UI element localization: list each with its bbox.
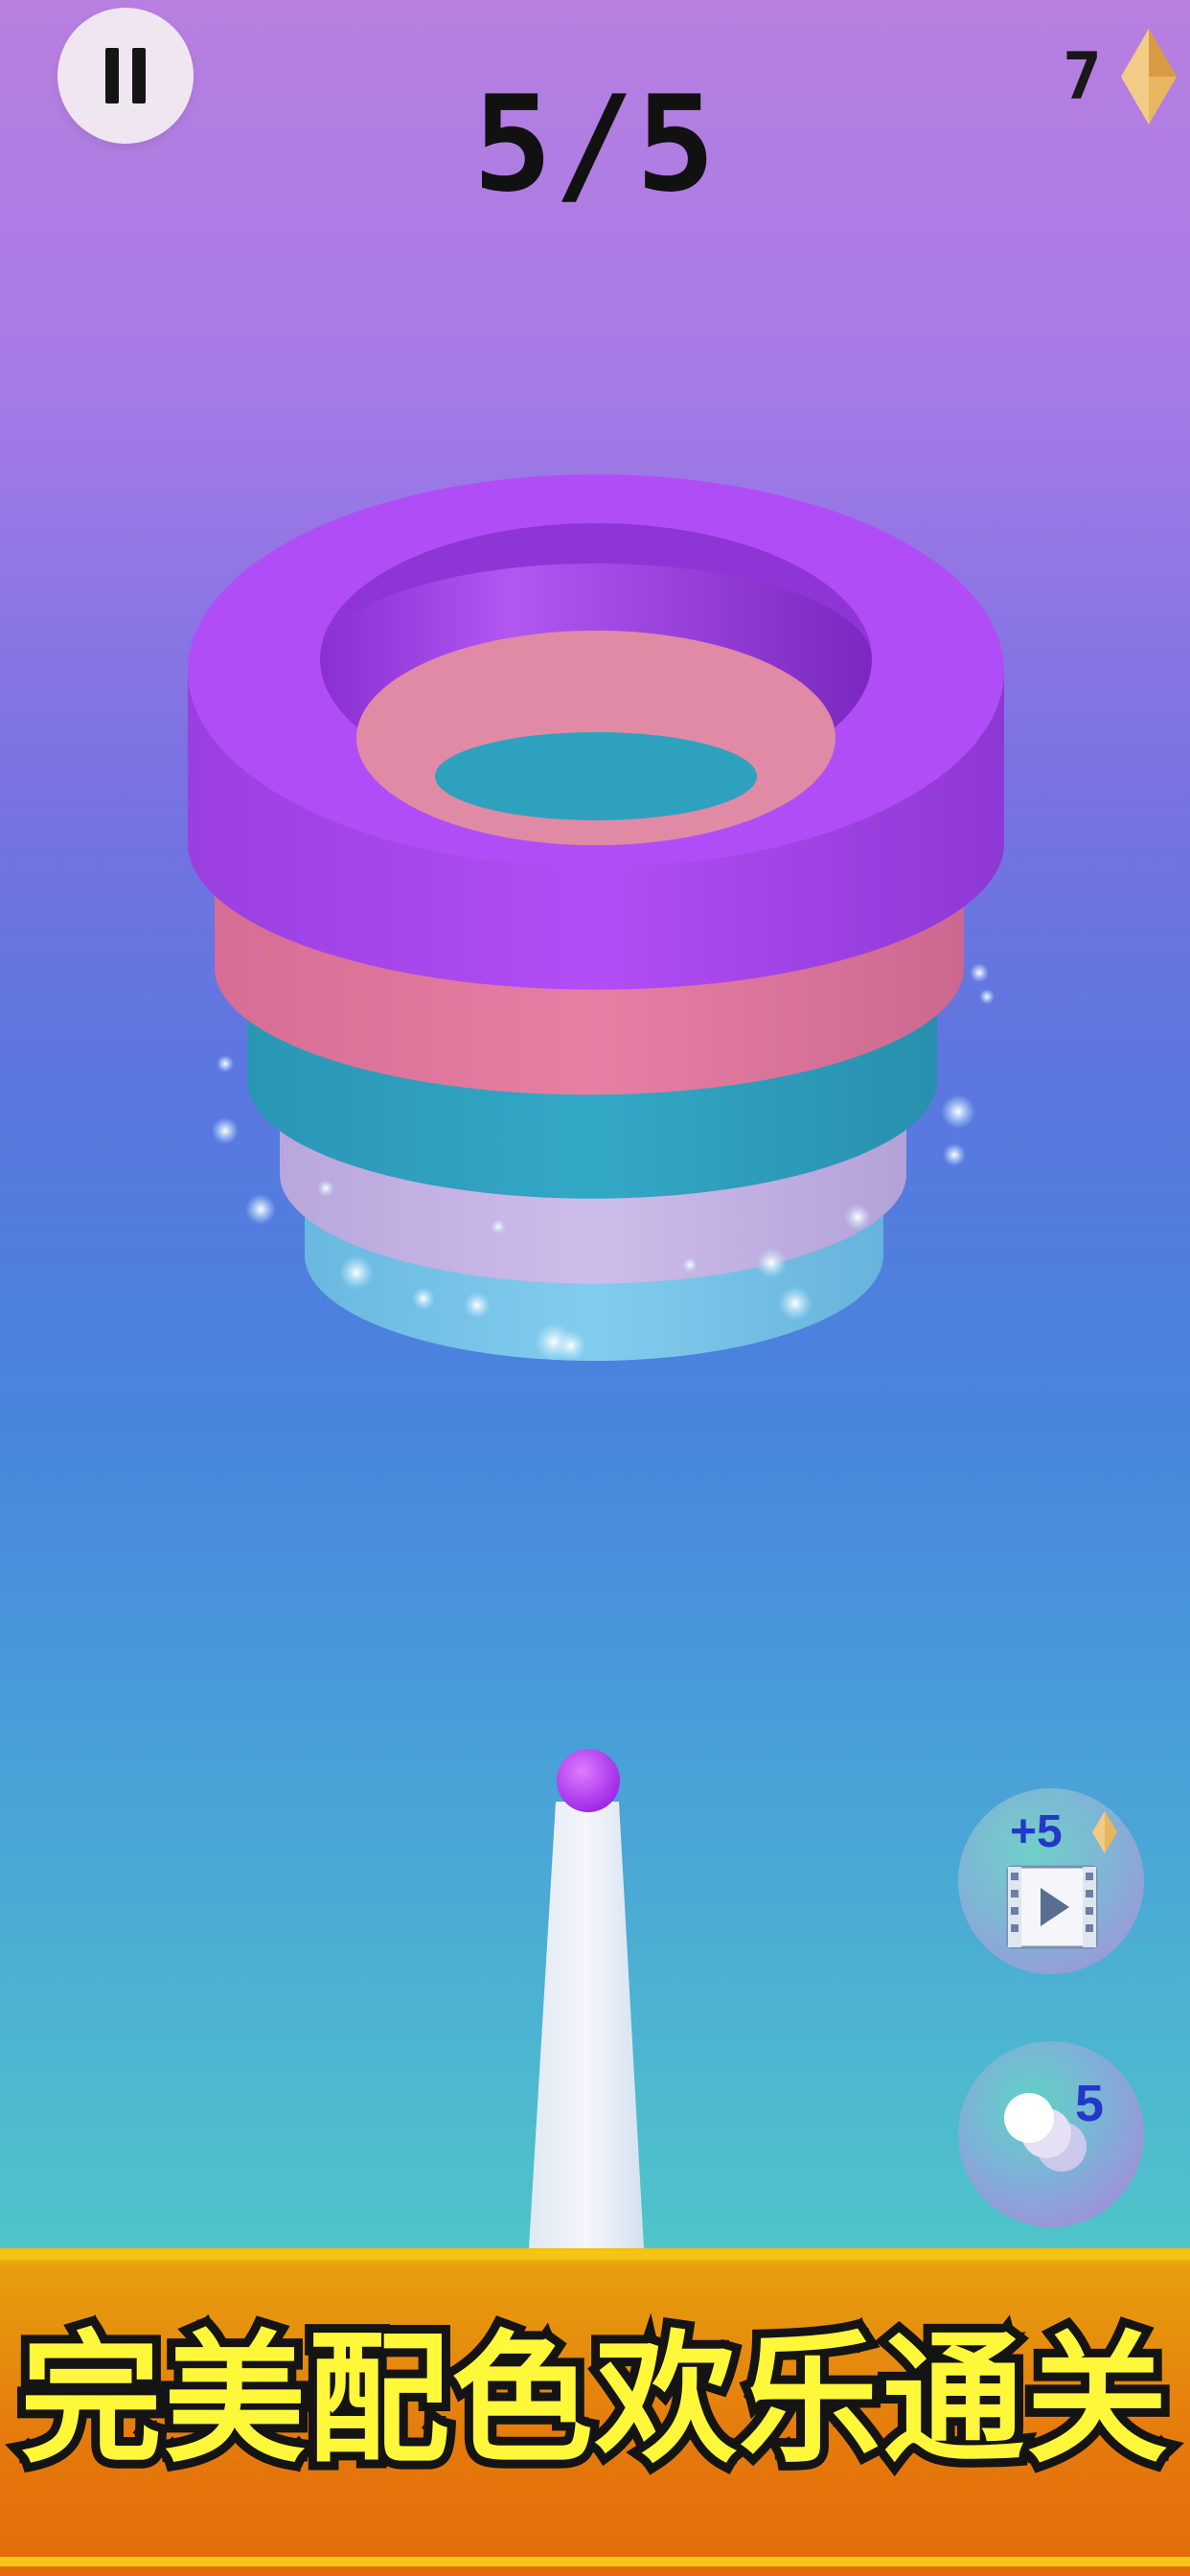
- diamond-icon: [1121, 29, 1177, 125]
- level-progress-score: 5/5: [472, 67, 718, 221]
- diamond-icon: [1092, 1811, 1117, 1853]
- projectile-ball: [557, 1749, 620, 1812]
- promo-slogan: 完美配色欢乐通关: [11, 2317, 1177, 2482]
- watch-video-reward-button[interactable]: +5: [958, 1788, 1144, 1974]
- video-icon: [1006, 1865, 1098, 1949]
- banner-bottom-stripe: [0, 2557, 1190, 2566]
- gem-counter: 7: [1063, 29, 1177, 125]
- ball-launcher[interactable]: [529, 1749, 644, 2248]
- gem-count: 7: [1063, 38, 1102, 115]
- tower-ring-1: [188, 474, 1004, 990]
- banner-top-stripe: [0, 2250, 1190, 2260]
- extra-balls-count: 5: [1075, 2075, 1105, 2132]
- extra-balls-button[interactable]: 5: [958, 2041, 1144, 2227]
- reward-amount: +5: [1010, 1806, 1063, 1857]
